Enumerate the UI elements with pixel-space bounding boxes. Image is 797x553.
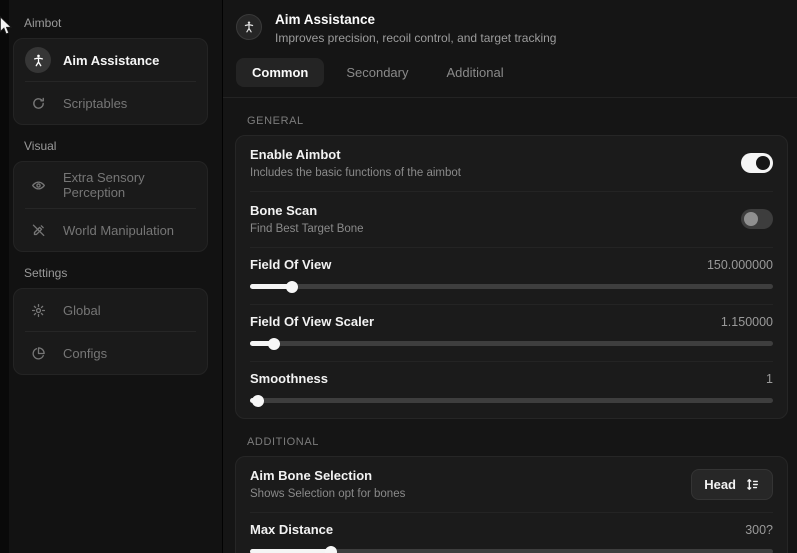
sidebar-group: Global Configs bbox=[13, 288, 208, 375]
slider-head: Field Of View Scaler 1.150000 bbox=[250, 314, 773, 329]
setting-value: 1 bbox=[766, 372, 773, 386]
sidebar-item-configs[interactable]: Configs bbox=[14, 332, 207, 374]
tab-additional[interactable]: Additional bbox=[431, 58, 520, 87]
slider-head: Field Of View 150.000000 bbox=[250, 257, 773, 272]
sidebar-item-aim-assistance[interactable]: Aim Assistance bbox=[14, 39, 207, 81]
tab-secondary[interactable]: Secondary bbox=[330, 58, 424, 87]
settings-card: Aim Bone Selection Shows Selection opt fo… bbox=[235, 456, 788, 553]
select-value: Head bbox=[704, 477, 736, 492]
sort-icon bbox=[745, 477, 760, 492]
sidebar-item-label: Configs bbox=[63, 346, 107, 361]
slider-smoothness[interactable] bbox=[250, 394, 773, 407]
toggle-knob bbox=[756, 156, 770, 170]
setting-title: Field Of View Scaler bbox=[250, 314, 374, 329]
sidebar-item-label: Global bbox=[63, 303, 101, 318]
tab-bar: CommonSecondaryAdditional bbox=[223, 45, 797, 98]
pencil-slash-icon bbox=[25, 217, 51, 243]
slider-max-distance[interactable] bbox=[250, 545, 773, 553]
slider-knob[interactable] bbox=[252, 395, 264, 407]
slider-track bbox=[250, 341, 773, 346]
slider-field-of-view[interactable] bbox=[250, 280, 773, 293]
main-panel: Aim Assistance Improves precision, recoi… bbox=[222, 0, 797, 553]
sidebar-group: Extra Sensory Perception World Manipulati… bbox=[13, 161, 208, 252]
setting-title: Aim Bone Selection bbox=[250, 468, 405, 483]
slider-track bbox=[250, 284, 773, 289]
toggle-knob bbox=[744, 212, 758, 226]
setting-value: 300? bbox=[745, 523, 773, 537]
toggle-bone-scan[interactable] bbox=[741, 209, 773, 229]
setting-description: Includes the basic functions of the aimb… bbox=[250, 167, 461, 179]
setting-title: Bone Scan bbox=[250, 203, 364, 218]
setting-title: Enable Aimbot bbox=[250, 147, 461, 162]
rotate-icon bbox=[25, 90, 51, 116]
sidebar-item-global[interactable]: Global bbox=[14, 289, 207, 331]
sidebar-section-label: Visual bbox=[24, 139, 208, 153]
setting-row-aim-bone-selection: Aim Bone Selection Shows Selection opt fo… bbox=[236, 457, 787, 512]
page-subtitle: Improves precision, recoil control, and … bbox=[275, 31, 556, 45]
page-title: Aim Assistance bbox=[275, 12, 556, 27]
setting-description: Find Best Target Bone bbox=[250, 223, 364, 235]
slider-knob[interactable] bbox=[268, 338, 280, 350]
eye-icon bbox=[25, 172, 51, 198]
slider-head: Smoothness 1 bbox=[250, 371, 773, 386]
select-aim-bone-selection[interactable]: Head bbox=[691, 469, 773, 500]
settings-card: Enable Aimbot Includes the basic function… bbox=[235, 135, 788, 419]
setting-row-field-of-view-scaler: Field Of View Scaler 1.150000 bbox=[236, 305, 787, 361]
setting-row-enable-aimbot: Enable Aimbot Includes the basic function… bbox=[236, 136, 787, 191]
setting-row-smoothness: Smoothness 1 bbox=[236, 362, 787, 418]
sidebar: Aimbot Aim Assistance Scriptables Visual Ext… bbox=[9, 0, 222, 553]
slider-track bbox=[250, 398, 773, 403]
header-text: Aim Assistance Improves precision, recoi… bbox=[275, 12, 556, 45]
slider-field-of-view-scaler[interactable] bbox=[250, 337, 773, 350]
slider-head: Max Distance 300? bbox=[250, 522, 773, 537]
sidebar-item-extra-sensory-perception[interactable]: Extra Sensory Perception bbox=[14, 162, 207, 208]
setting-title: Field Of View bbox=[250, 257, 331, 272]
sidebar-item-label: Extra Sensory Perception bbox=[63, 170, 196, 200]
sidebar-item-label: World Manipulation bbox=[63, 223, 174, 238]
sidebar-item-label: Aim Assistance bbox=[63, 53, 159, 68]
setting-text: Aim Bone Selection Shows Selection opt fo… bbox=[250, 468, 405, 500]
slider-knob[interactable] bbox=[286, 281, 298, 293]
setting-value: 150.000000 bbox=[707, 258, 773, 272]
app-window: Aimbot Aim Assistance Scriptables Visual Ext… bbox=[0, 0, 797, 553]
setting-title: Max Distance bbox=[250, 522, 333, 537]
section-label: ADDITIONAL bbox=[247, 436, 788, 448]
gear-icon bbox=[25, 297, 51, 323]
setting-value: 1.150000 bbox=[721, 315, 773, 329]
toggle-enable-aimbot[interactable] bbox=[741, 153, 773, 173]
setting-text: Bone Scan Find Best Target Bone bbox=[250, 203, 364, 235]
slider-knob[interactable] bbox=[325, 546, 337, 553]
setting-row-bone-scan: Bone Scan Find Best Target Bone bbox=[236, 192, 787, 247]
sidebar-group: Aim Assistance Scriptables bbox=[13, 38, 208, 125]
pie-chart-icon bbox=[25, 340, 51, 366]
setting-row-max-distance: Max Distance 300? bbox=[236, 513, 787, 553]
section-label: GENERAL bbox=[247, 115, 788, 127]
aim-person-icon bbox=[236, 14, 262, 40]
tab-common[interactable]: Common bbox=[236, 58, 324, 87]
aim-person-icon bbox=[25, 47, 51, 73]
setting-title: Smoothness bbox=[250, 371, 328, 386]
slider-track bbox=[250, 549, 773, 553]
setting-description: Shows Selection opt for bones bbox=[250, 488, 405, 500]
sidebar-item-scriptables[interactable]: Scriptables bbox=[14, 82, 207, 124]
page-header: Aim Assistance Improves precision, recoi… bbox=[223, 0, 797, 45]
sidebar-section-label: Aimbot bbox=[24, 16, 208, 30]
sidebar-item-label: Scriptables bbox=[63, 96, 127, 111]
setting-text: Enable Aimbot Includes the basic function… bbox=[250, 147, 461, 179]
left-edge-strip bbox=[0, 0, 9, 553]
setting-row-field-of-view: Field Of View 150.000000 bbox=[236, 248, 787, 304]
sidebar-section-label: Settings bbox=[24, 266, 208, 280]
settings-content: GENERAL Enable Aimbot Includes the basic f… bbox=[223, 98, 797, 553]
sidebar-item-world-manipulation[interactable]: World Manipulation bbox=[14, 209, 207, 251]
